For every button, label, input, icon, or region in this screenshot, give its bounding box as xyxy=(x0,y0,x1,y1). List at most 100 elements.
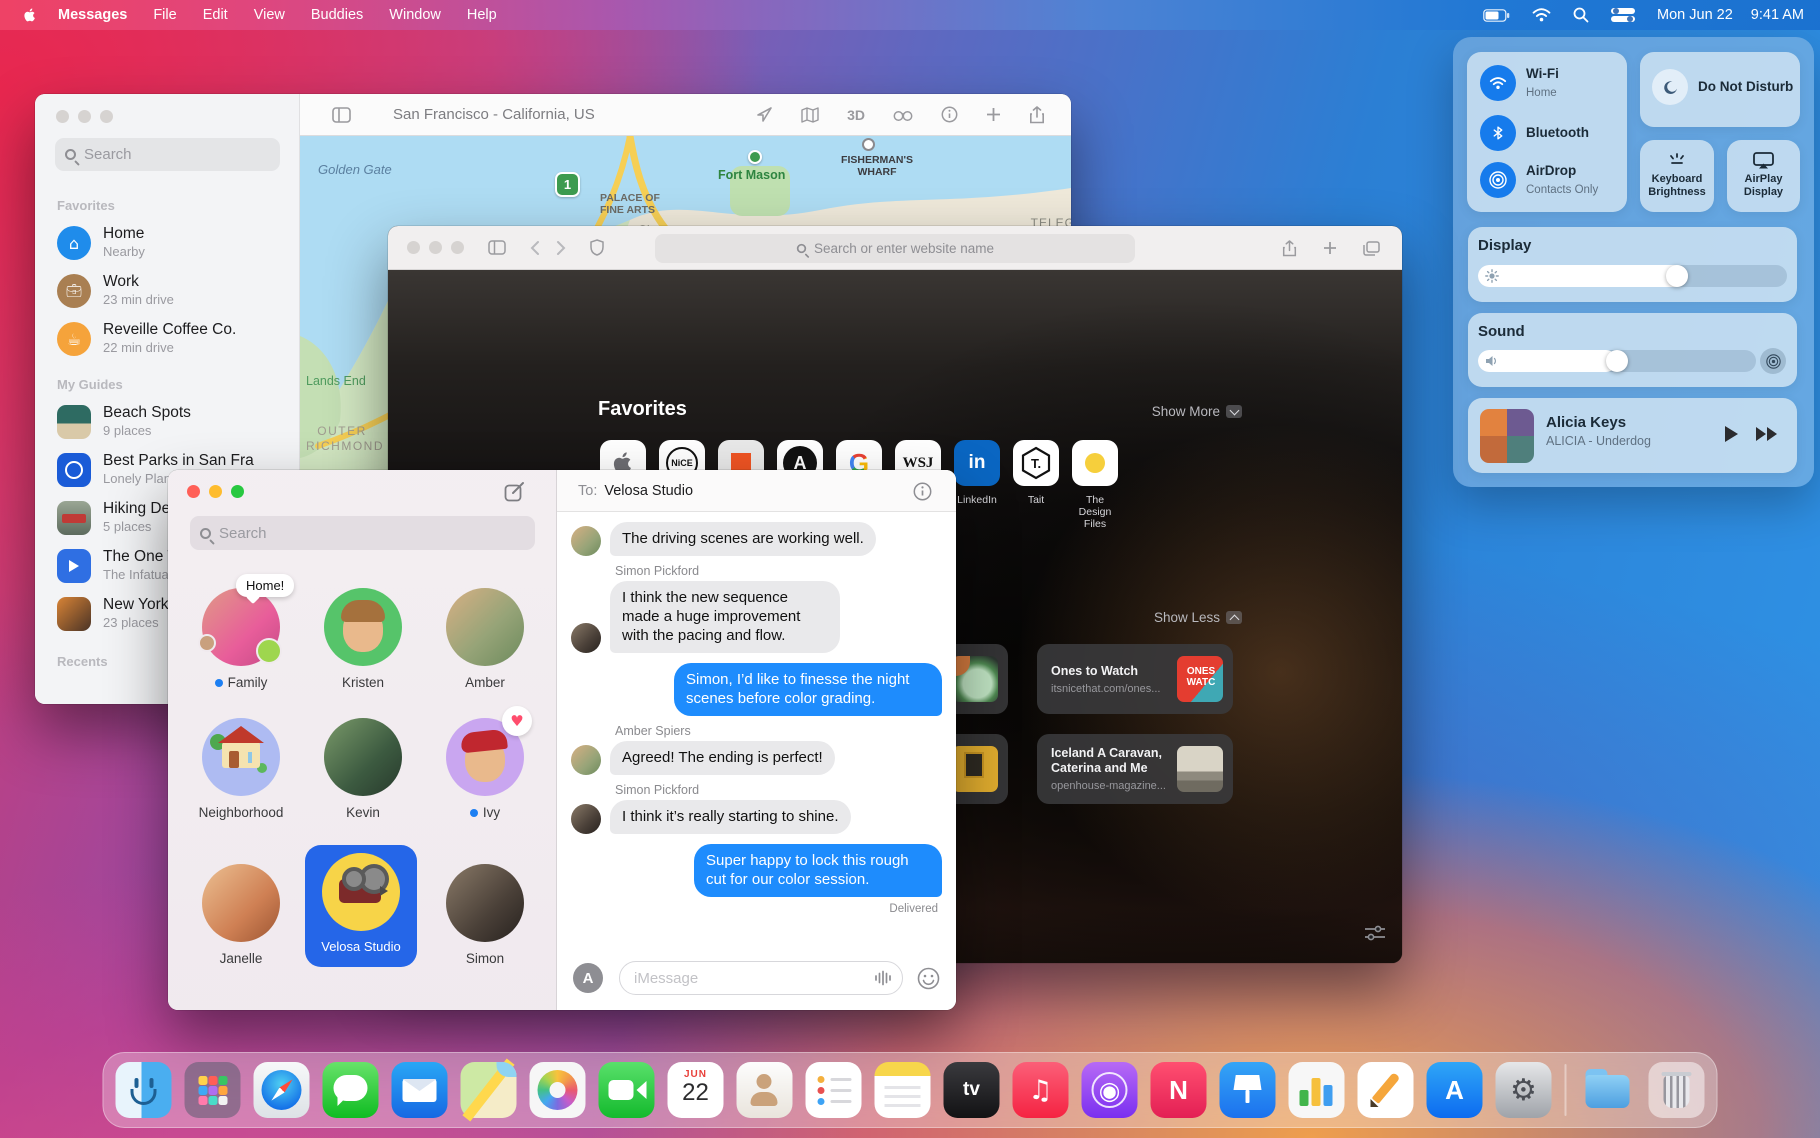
dock-news-icon[interactable]: N xyxy=(1151,1062,1207,1118)
dock-finder-icon[interactable] xyxy=(116,1062,172,1118)
show-less-button[interactable]: Show Less xyxy=(1154,610,1242,625)
dock-podcasts-icon[interactable]: ◉ xyxy=(1082,1062,1138,1118)
sidebar-item-work[interactable]: 💼︎ Work23 min drive xyxy=(35,267,299,315)
maps-search-field[interactable] xyxy=(55,138,280,171)
messages-search-field[interactable] xyxy=(190,516,535,550)
window-controls[interactable] xyxy=(187,485,244,498)
spotlight-search-icon[interactable] xyxy=(1573,7,1589,23)
dock-tv-icon[interactable]: tv xyxy=(944,1062,1000,1118)
play-icon[interactable] xyxy=(1723,425,1739,443)
close-button[interactable] xyxy=(187,485,200,498)
share-icon[interactable] xyxy=(1282,240,1297,257)
dock-maps-icon[interactable] xyxy=(461,1062,517,1118)
slider-knob[interactable] xyxy=(1666,265,1688,287)
menu-date[interactable]: Mon Jun 22 xyxy=(1657,7,1733,23)
sidebar-toggle-icon[interactable] xyxy=(488,240,506,255)
conversation-ivy[interactable]: ♥ Ivy xyxy=(424,718,546,820)
tab-overview-icon[interactable] xyxy=(1363,241,1380,256)
back-icon[interactable] xyxy=(530,240,540,256)
favorite-tait[interactable]: T. Tait xyxy=(1013,440,1059,530)
conversation-simon[interactable]: Simon xyxy=(424,864,546,966)
new-tab-icon[interactable] xyxy=(1323,241,1337,255)
apps-icon[interactable]: A xyxy=(573,963,603,993)
control-center-icon[interactable] xyxy=(1611,8,1635,22)
imessage-field[interactable] xyxy=(619,961,903,995)
menu-view[interactable]: View xyxy=(254,7,285,23)
conversation-kristen[interactable]: Kristen xyxy=(302,588,424,690)
fort-mason-marker[interactable] xyxy=(748,150,762,164)
conversation-amber[interactable]: Amber xyxy=(424,588,546,690)
dock-keynote-icon[interactable] xyxy=(1220,1062,1276,1118)
look-around-icon[interactable] xyxy=(893,108,913,122)
audio-message-icon[interactable] xyxy=(874,970,892,986)
customize-start-page-icon[interactable] xyxy=(1364,925,1386,941)
menu-help[interactable]: Help xyxy=(467,7,497,23)
conversation-neighborhood[interactable]: Neighborhood xyxy=(180,718,302,820)
wifi-toggle[interactable]: Wi-FiHome xyxy=(1480,65,1559,101)
wifi-icon[interactable] xyxy=(1532,8,1551,22)
dock-music-icon[interactable]: ♫ xyxy=(1013,1062,1069,1118)
current-location-icon[interactable] xyxy=(756,106,773,123)
suggestion-card-iceland[interactable]: Iceland A Caravan, Caterina and Me openh… xyxy=(1037,734,1233,804)
conversation-family[interactable]: Home! Family xyxy=(180,588,302,690)
favorite-design-files[interactable]: The Design Files xyxy=(1072,440,1118,530)
info-icon[interactable] xyxy=(941,106,958,123)
dock-numbers-icon[interactable] xyxy=(1289,1062,1345,1118)
fishermans-wharf-marker[interactable] xyxy=(862,138,875,151)
minimize-button[interactable] xyxy=(209,485,222,498)
display-brightness-slider[interactable] xyxy=(1478,265,1787,287)
imessage-input[interactable] xyxy=(634,970,874,987)
conversation-janelle[interactable]: Janelle xyxy=(180,864,302,966)
map-mode-icon[interactable] xyxy=(801,107,819,123)
dock-notes-icon[interactable] xyxy=(875,1062,931,1118)
search-input[interactable] xyxy=(219,525,499,542)
dock-pages-icon[interactable] xyxy=(1358,1062,1414,1118)
menu-time[interactable]: 9:41 AM xyxy=(1751,7,1804,23)
dock-launchpad-icon[interactable] xyxy=(185,1062,241,1118)
minimize-button[interactable] xyxy=(429,241,442,254)
zoom-button[interactable] xyxy=(451,241,464,254)
sidebar-item-home[interactable]: ⌂ HomeNearby xyxy=(35,219,299,267)
close-button[interactable] xyxy=(56,110,69,123)
window-controls[interactable] xyxy=(56,110,113,123)
menu-buddies[interactable]: Buddies xyxy=(311,7,363,23)
minimize-button[interactable] xyxy=(78,110,91,123)
sidebar-item-beach-spots[interactable]: Beach Spots9 places xyxy=(35,398,299,446)
favorite-linkedin[interactable]: in LinkedIn xyxy=(954,440,1000,530)
menu-edit[interactable]: Edit xyxy=(203,7,228,23)
sidebar-toggle-icon[interactable] xyxy=(332,107,351,123)
apple-menu[interactable] xyxy=(22,6,38,24)
battery-icon[interactable] xyxy=(1483,9,1510,22)
forward-icon[interactable] xyxy=(556,240,566,256)
dock-contacts-icon[interactable] xyxy=(737,1062,793,1118)
details-info-icon[interactable] xyxy=(913,482,932,501)
airplay-display-tile[interactable]: AirPlay Display xyxy=(1727,140,1800,212)
search-input[interactable] xyxy=(84,146,254,163)
zoom-button[interactable] xyxy=(100,110,113,123)
suggestion-card-ones-to-watch[interactable]: Ones to Watch itsnicethat.com/ones... ON… xyxy=(1037,644,1233,714)
dock-photos-icon[interactable] xyxy=(530,1062,586,1118)
dock-trash-icon[interactable] xyxy=(1649,1062,1705,1118)
3d-mode-icon[interactable]: 3D xyxy=(847,107,865,123)
close-button[interactable] xyxy=(407,241,420,254)
bluetooth-toggle[interactable]: Bluetooth xyxy=(1480,115,1589,151)
compose-icon[interactable] xyxy=(504,481,526,503)
conversation-kevin[interactable]: Kevin xyxy=(302,718,424,820)
conversation-velosa-studio-selected[interactable]: Velosa Studio xyxy=(305,845,417,967)
fast-forward-icon[interactable] xyxy=(1755,426,1779,442)
airplay-audio-button[interactable] xyxy=(1760,348,1786,374)
window-controls[interactable] xyxy=(407,241,464,254)
dock-mail-icon[interactable] xyxy=(392,1062,448,1118)
dock-calendar-icon[interactable]: JUN22 xyxy=(668,1062,724,1118)
volume-slider[interactable] xyxy=(1478,350,1756,372)
dock-safari-icon[interactable] xyxy=(254,1062,310,1118)
menu-app-name[interactable]: Messages xyxy=(58,7,127,23)
privacy-shield-icon[interactable] xyxy=(590,239,604,256)
dock-messages-icon[interactable] xyxy=(323,1062,379,1118)
sidebar-item-reveille-coffee[interactable]: ☕︎ Reveille Coffee Co.22 min drive xyxy=(35,315,299,363)
menu-window[interactable]: Window xyxy=(389,7,441,23)
keyboard-brightness-tile[interactable]: Keyboard Brightness xyxy=(1640,140,1714,212)
add-icon[interactable] xyxy=(986,107,1001,122)
slider-knob[interactable] xyxy=(1606,350,1628,372)
dock-facetime-icon[interactable] xyxy=(599,1062,655,1118)
